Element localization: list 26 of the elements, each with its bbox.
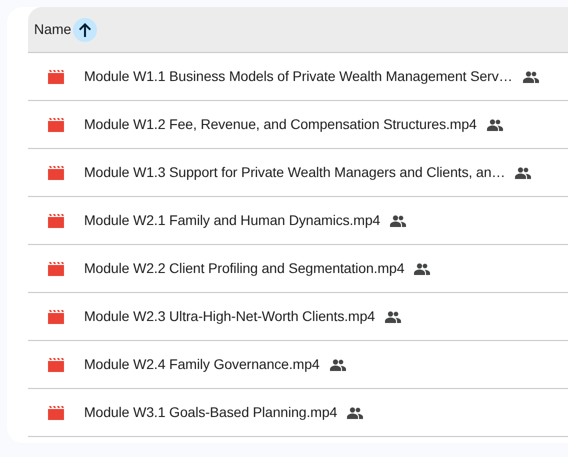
column-header[interactable]: Name xyxy=(34,19,72,40)
file-row[interactable]: Module W2.2 Client Profiling and Segmentation.mp4 xyxy=(28,245,568,293)
file-row[interactable]: Module W1.2 Fee, Revenue, and Compensation Structures.mp4 xyxy=(28,101,568,149)
video-file-icon xyxy=(48,118,64,132)
file-row[interactable]: Module W3.1 Goals-Based Planning.mp4 xyxy=(28,389,568,437)
file-name: Module W2.1 Family and Human Dynamics.mp4 xyxy=(84,211,380,230)
file-name: Module W3.1 Goals-Based Planning.mp4 xyxy=(84,403,338,422)
video-file-icon xyxy=(48,406,64,420)
video-file-icon xyxy=(48,166,64,180)
file-name: Module W1.2 Fee, Revenue, and Compensation Structures.mp4 xyxy=(84,115,477,134)
video-file-icon xyxy=(48,310,64,324)
video-file-icon xyxy=(48,358,64,372)
arrow-up-icon[interactable] xyxy=(73,18,98,42)
file-name: Module W1.3 Support for Private Wealth Managers and Clients, an… xyxy=(84,163,506,182)
video-file-icon xyxy=(48,214,64,228)
file-row[interactable]: Module W2.3 Ultra-High-Net-Worth Clients.mp4 xyxy=(28,293,568,341)
file-name: Module W1.1 Business Models of Private Wealth Management Serv… xyxy=(84,67,513,86)
video-file-icon xyxy=(48,262,64,276)
file-name: Module W2.3 Ultra-High-Net-Worth Clients.mp4 xyxy=(84,307,375,326)
file-row[interactable]: Module W2.4 Family Governance.mp4 xyxy=(28,341,568,389)
video-file-icon xyxy=(48,70,64,84)
file-row[interactable]: Module W1.3 Support for Private Wealth Managers and Clients, an… xyxy=(28,149,568,197)
file-row[interactable]: Module W2.1 Family and Human Dynamics.mp4 xyxy=(28,197,568,245)
file-name: Module W2.4 Family Governance.mp4 xyxy=(84,355,320,374)
file-name: Module W2.2 Client Profiling and Segmentation.mp4 xyxy=(84,259,404,278)
file-row[interactable]: Module W1.1 Business Models of Private Wealth Management Serv… xyxy=(28,53,568,101)
